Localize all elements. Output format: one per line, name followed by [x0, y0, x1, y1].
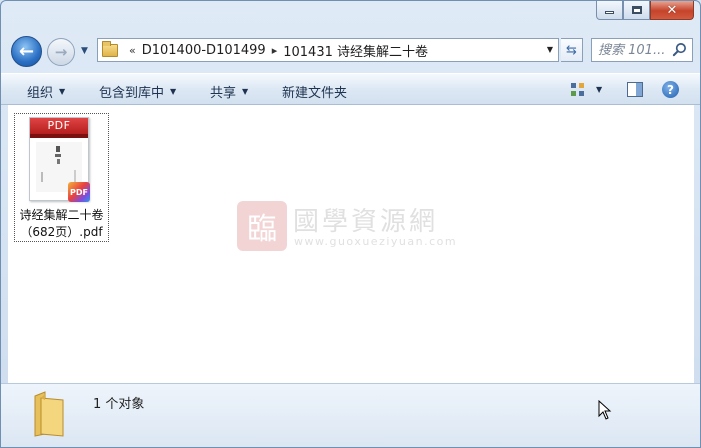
- forward-arrow-icon: →: [54, 43, 68, 61]
- explorer-window: ✕ ← → ▼ « D101400-D101499 ▸ 101431 诗经集解二…: [0, 0, 701, 448]
- maximize-button[interactable]: [623, 1, 650, 20]
- pdf-thumbnail-strip: [30, 134, 88, 138]
- pdf-thumbnail-header: PDF: [30, 118, 88, 134]
- watermark-seal-logo: 臨: [237, 201, 287, 251]
- preview-pane-icon[interactable]: [627, 82, 643, 97]
- watermark-title: 國學資源網: [293, 207, 439, 237]
- share-button[interactable]: 共享 ▼: [210, 82, 248, 101]
- close-button[interactable]: ✕: [650, 1, 694, 20]
- folder-icon: [34, 391, 64, 437]
- search-input[interactable]: [598, 42, 674, 58]
- refresh-button[interactable]: ⇆: [561, 38, 583, 62]
- maximize-icon: [631, 6, 642, 14]
- minimize-icon: [605, 11, 614, 14]
- chevron-down-icon: ▼: [242, 87, 249, 96]
- watermark: 臨 國學資源網 www.guoxueziyuan.com: [237, 201, 477, 255]
- breadcrumb-item-parent[interactable]: D101400-D101499: [142, 43, 266, 58]
- help-icon[interactable]: ?: [662, 81, 679, 98]
- help-glyph: ?: [667, 82, 674, 97]
- include-in-library-label: 包含到库中: [99, 86, 165, 101]
- chevron-down-icon: ▼: [170, 87, 177, 96]
- file-name-line-1: 诗经集解二十卷: [19, 208, 104, 222]
- new-folder-label: 新建文件夹: [282, 86, 348, 101]
- command-bar: 组织 ▼ 包含到库中 ▼ 共享 ▼ 新建文件夹 ▼ ?: [1, 73, 700, 105]
- recent-pages-dropdown[interactable]: ▼: [81, 46, 88, 56]
- view-options-dropdown[interactable]: ▼: [596, 85, 602, 94]
- address-bar[interactable]: « D101400-D101499 ▸ 101431 诗经集解二十卷 ▼: [97, 38, 559, 62]
- breadcrumb-item-current[interactable]: 101431 诗经集解二十卷: [283, 41, 428, 60]
- window-controls: ✕: [596, 1, 694, 20]
- pdf-thumbnail: PDF PDF: [29, 117, 90, 202]
- pdf-app-badge-icon: PDF: [68, 182, 90, 202]
- refresh-icon: ⇆: [566, 42, 577, 58]
- organize-label: 组织: [27, 86, 54, 101]
- file-name-line-2: （682页）.pdf: [20, 225, 103, 239]
- minimize-button[interactable]: [596, 1, 623, 20]
- close-icon: ✕: [666, 2, 678, 18]
- back-arrow-icon: ←: [18, 41, 35, 62]
- chevron-down-icon: ▼: [59, 87, 66, 96]
- folder-icon: [102, 40, 118, 57]
- breadcrumb-chevron-icon[interactable]: ▸: [266, 44, 284, 57]
- item-count-status: 1 个对象: [93, 397, 145, 412]
- search-icon[interactable]: [672, 42, 687, 57]
- breadcrumb-overflow-button[interactable]: «: [123, 44, 142, 57]
- include-in-library-button[interactable]: 包含到库中 ▼: [99, 82, 176, 101]
- back-button[interactable]: ←: [11, 36, 42, 67]
- watermark-url: www.guoxueziyuan.com: [294, 235, 458, 248]
- details-pane: 1 个对象: [1, 383, 700, 447]
- navigation-bar: ← → ▼ « D101400-D101499 ▸ 101431 诗经集解二十卷…: [1, 35, 700, 67]
- file-item-pdf[interactable]: PDF PDF 诗经集解二十卷 （682页）.pdf: [14, 113, 109, 242]
- change-view-icon[interactable]: [571, 83, 585, 97]
- file-name-label: 诗经集解二十卷 （682页）.pdf: [15, 207, 108, 241]
- address-dropdown-icon[interactable]: ▼: [547, 45, 553, 54]
- search-box[interactable]: [591, 38, 693, 62]
- organize-menu-button[interactable]: 组织 ▼: [27, 82, 65, 101]
- forward-button[interactable]: →: [47, 38, 75, 66]
- new-folder-button[interactable]: 新建文件夹: [282, 82, 347, 101]
- share-label: 共享: [210, 86, 237, 101]
- file-list-view[interactable]: PDF PDF 诗经集解二十卷 （682页）.pdf 臨 國學資源網 www.g…: [8, 105, 694, 383]
- mouse-cursor-icon: [598, 400, 612, 420]
